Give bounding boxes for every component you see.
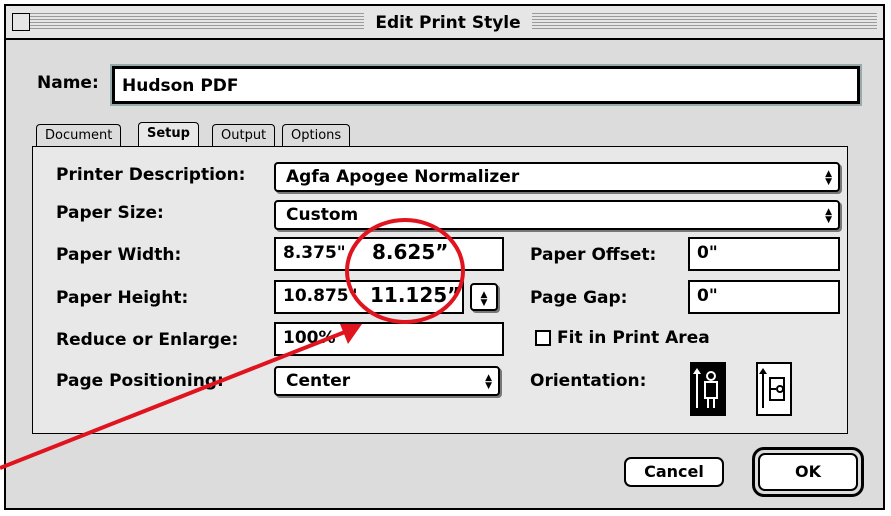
reduce-enlarge-label: Reduce or Enlarge: [56,330,239,350]
paper-height-label: Paper Height: [56,288,189,308]
portrait-orientation-button[interactable] [690,362,726,416]
portrait-icon [693,368,718,408]
tab-output[interactable]: Output [212,124,276,146]
printer-description-popup[interactable]: Agfa Apogee Normalizer ▲ ▼ [274,162,840,192]
page-positioning-popup[interactable]: Center ▲ ▼ [274,366,500,396]
ok-button[interactable]: OK [758,453,858,491]
reduce-enlarge-input[interactable]: 100% [274,322,504,356]
paper-size-value: Custom [286,205,359,225]
popup-arrows-icon: ▲ ▼ [825,207,832,225]
paper-width-label: Paper Width: [56,245,182,265]
printer-description-value: Agfa Apogee Normalizer [286,167,520,187]
popup-arrows-icon: ▲ ▼ [825,169,832,187]
title-bar[interactable]: Edit Print Style [6,6,883,40]
name-label: Name: [37,73,99,93]
page-gap-input[interactable]: 0" [688,280,840,314]
fit-in-print-area-label: Fit in Print Area [557,328,710,348]
landscape-icon [759,368,785,408]
paper-size-popup[interactable]: Custom ▲ ▼ [274,200,840,230]
title-bar-stripes-right [532,13,877,31]
page-gap-label: Page Gap: [530,288,628,308]
close-box[interactable] [12,13,30,31]
paper-height-stepper[interactable]: ▲ ▼ [470,283,498,311]
page-positioning-label: Page Positioning: [56,371,224,391]
window-title: Edit Print Style [368,11,528,35]
fit-in-print-area-checkbox[interactable] [535,330,551,346]
orientation-label: Orientation: [530,371,647,391]
tab-options[interactable]: Options [282,124,351,146]
paper-offset-input[interactable]: 0" [688,237,840,271]
title-bar-stripes-left [12,13,364,31]
cancel-button[interactable]: Cancel [624,457,724,487]
tab-setup[interactable]: Setup [138,122,199,146]
paper-size-label: Paper Size: [56,203,164,223]
paper-offset-label: Paper Offset: [530,245,657,265]
tab-document[interactable]: Document [36,124,122,146]
annotation-height-note: 11.125” [370,283,461,307]
page-positioning-value: Center [286,371,351,391]
stepper-arrows-icon: ▲ ▼ [480,290,488,308]
popup-arrows-icon: ▲ ▼ [485,373,492,391]
landscape-orientation-button[interactable] [756,362,792,416]
name-input[interactable]: Hudson PDF [112,66,860,104]
annotation-width-note: 8.625” [372,240,449,264]
printer-description-label: Printer Description: [56,165,246,185]
